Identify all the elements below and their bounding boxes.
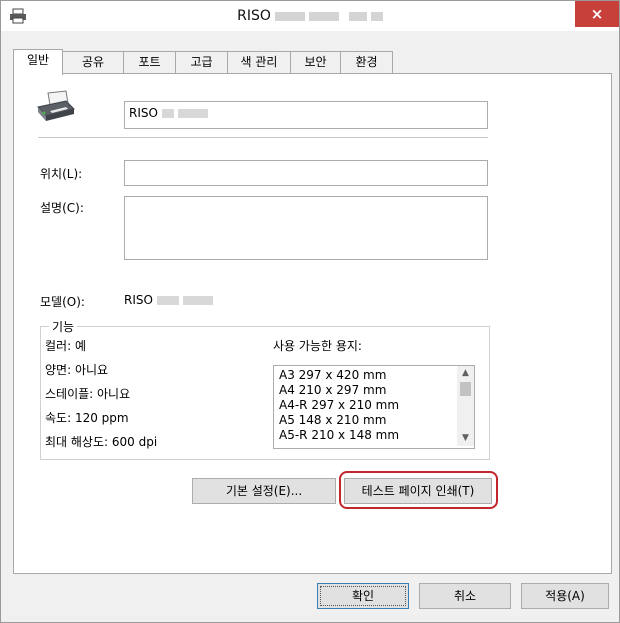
cancel-button[interactable]: 취소	[419, 583, 511, 609]
window-title-text: RISO	[237, 8, 271, 24]
divider	[38, 137, 488, 138]
tab-color-management[interactable]: 색 관리	[227, 51, 291, 74]
scroll-thumb[interactable]	[460, 382, 471, 396]
cancel-label: 취소	[453, 589, 477, 603]
tab-label: 일반	[26, 53, 50, 67]
ok-button[interactable]: 확인	[317, 583, 409, 609]
features-title: 기능	[49, 318, 78, 335]
redacted-text	[348, 11, 367, 21]
model-label: 모델(O):	[40, 295, 85, 309]
chevron-up-icon[interactable]: ▲	[457, 368, 474, 378]
location-label: 위치(L):	[40, 167, 83, 181]
paper-sizes-list[interactable]: A3 297 x 420 mm A4 210 x 297 mm A4-R 297…	[273, 365, 475, 449]
redacted-text	[182, 296, 213, 305]
redacted-text	[177, 109, 208, 118]
preferences-button[interactable]: 기본 설정(E)...	[192, 478, 336, 504]
highlight-box	[339, 471, 498, 509]
apply-label: 적용(A)	[545, 589, 585, 603]
tab-label: 색 관리	[240, 55, 278, 69]
printer-name-field[interactable]: RISO	[124, 101, 488, 129]
redacted-text	[370, 11, 383, 21]
tab-ports[interactable]: 포트	[123, 51, 176, 74]
redacted-text	[156, 296, 179, 305]
scrollbar[interactable]: ▲ ▼	[457, 366, 474, 446]
tab-label: 보안	[304, 55, 327, 69]
redacted-text	[274, 11, 305, 21]
feature-speed: 속도: 120 ppm	[45, 411, 129, 425]
feature-staple: 스테이플: 아니요	[45, 387, 131, 401]
preferences-label: 기본 설정(E)...	[225, 484, 303, 498]
feature-max-resolution: 최대 해상도: 600 dpi	[45, 435, 158, 449]
printer-name-value: RISO	[129, 106, 158, 120]
list-item[interactable]: A4-R 297 x 210 mm	[279, 398, 399, 412]
printer-name-text: RISO	[129, 106, 208, 120]
chevron-down-icon[interactable]: ▼	[457, 433, 474, 443]
features-group: 기능 컬러: 예 양면: 아니요 스테이플: 아니요 속도: 120 ppm 최…	[40, 318, 490, 460]
comment-label: 설명(C):	[40, 201, 84, 215]
close-button[interactable]: ×	[575, 1, 619, 27]
comment-input[interactable]	[124, 196, 488, 260]
window-title: RISO	[1, 8, 619, 24]
list-item[interactable]: A3 297 x 420 mm	[279, 368, 386, 382]
printer-properties-window: RISO × 일반 공유 포트 고급 색 관리 보안 환경 RISO 위치(L)…	[0, 0, 620, 623]
printer-icon	[37, 90, 75, 121]
general-tab-panel: RISO 위치(L): 설명(C): 모델(O): RISO 기능 컬러: 예 …	[13, 73, 612, 574]
tab-label: 고급	[190, 55, 213, 69]
title-bar: RISO ×	[1, 1, 619, 31]
feature-color: 컬러: 예	[45, 339, 86, 353]
paper-sizes-label: 사용 가능한 용지:	[273, 339, 362, 353]
tab-advanced[interactable]: 고급	[175, 51, 228, 74]
list-item[interactable]: A5 148 x 210 mm	[279, 413, 386, 427]
tab-environment[interactable]: 환경	[340, 51, 393, 74]
tab-sharing[interactable]: 공유	[62, 51, 124, 74]
redacted-text	[308, 11, 339, 21]
list-item[interactable]: A4 210 x 297 mm	[279, 383, 386, 397]
location-input[interactable]	[124, 160, 488, 186]
tab-label: 환경	[355, 55, 378, 69]
apply-button[interactable]: 적용(A)	[521, 583, 609, 609]
close-icon: ×	[590, 5, 604, 23]
feature-duplex: 양면: 아니요	[45, 363, 109, 377]
tab-label: 포트	[138, 55, 161, 69]
focus-ring	[320, 586, 406, 606]
tab-label: 공유	[81, 55, 105, 69]
list-item[interactable]: A5-R 210 x 148 mm	[279, 428, 399, 442]
redacted-text	[161, 109, 174, 118]
tab-general[interactable]: 일반	[13, 49, 63, 75]
model-value: RISO	[124, 293, 213, 307]
model-name: RISO	[124, 293, 153, 307]
tab-security[interactable]: 보안	[290, 51, 341, 74]
